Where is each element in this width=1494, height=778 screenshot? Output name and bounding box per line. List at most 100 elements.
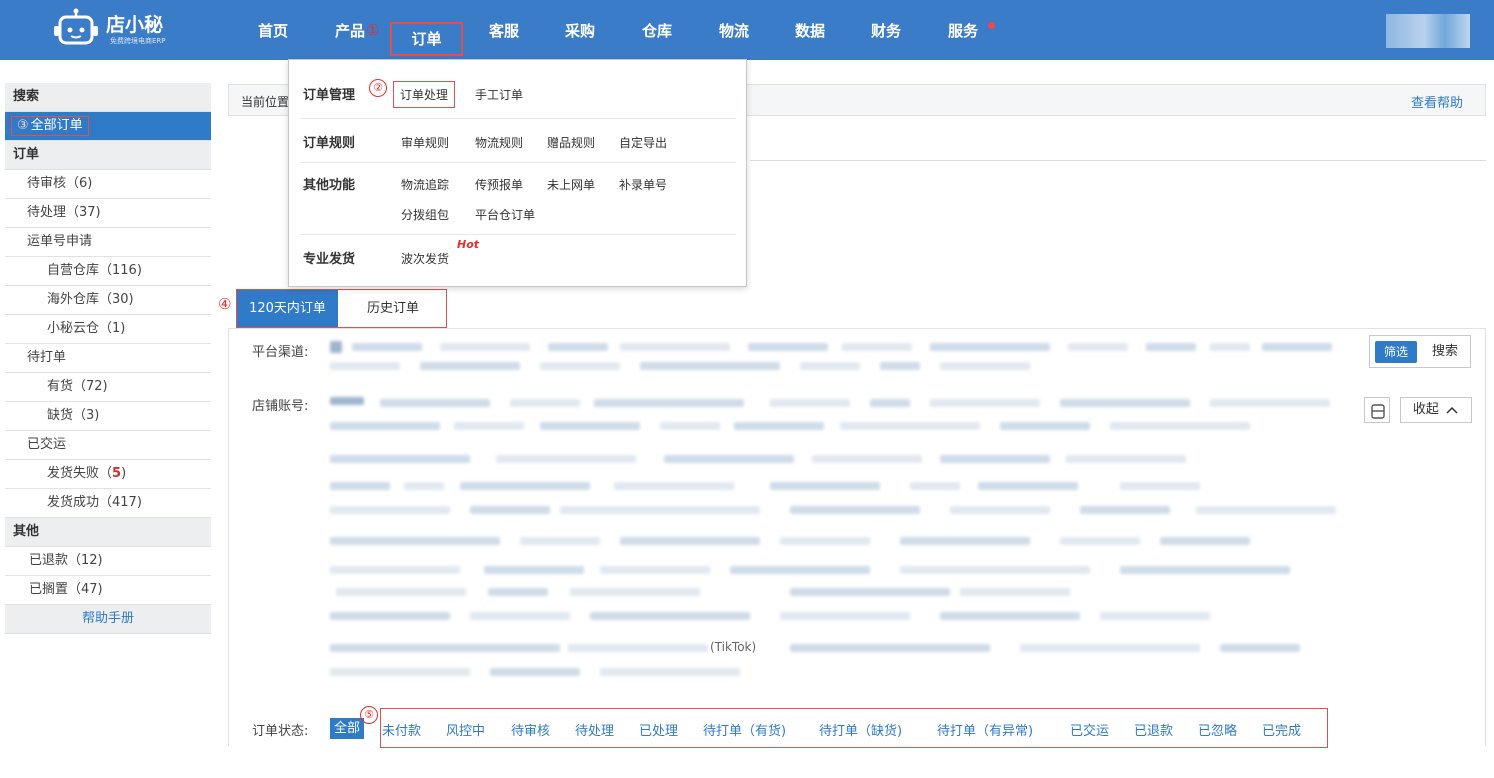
- search-button[interactable]: 搜索: [1425, 341, 1465, 363]
- custom-export-link[interactable]: 自定导出: [619, 134, 667, 151]
- order-management-heading: 订单管理: [303, 88, 356, 103]
- ship-failed-label: 发货失败（: [47, 466, 113, 481]
- order-status-label: 订单状态:: [252, 724, 309, 739]
- order-range-tabs: 120天内订单 历史订单: [236, 289, 447, 328]
- filter-search-toggle: 筛选 搜索: [1369, 335, 1471, 368]
- wave-shipping-link[interactable]: 波次发货: [401, 250, 449, 267]
- tab-recent-120-days[interactable]: 120天内订单: [237, 290, 338, 327]
- all-orders-label: 全部订单: [30, 118, 83, 133]
- save-filter-button[interactable]: [1364, 397, 1390, 423]
- status-refunded[interactable]: 已退款: [1134, 720, 1173, 739]
- platform-channel-label: 平台渠道:: [252, 345, 309, 360]
- shop-checkbox[interactable]: [330, 397, 364, 405]
- order-process-link[interactable]: 订单处理: [393, 81, 456, 108]
- view-help-link[interactable]: 查看帮助: [1411, 92, 1463, 111]
- sidebar-help-manual[interactable]: 帮助手册: [5, 605, 211, 634]
- status-all-button[interactable]: 全部: [330, 718, 365, 739]
- sidebar-item-shipped[interactable]: 已交运: [5, 431, 211, 460]
- status-to-print-in-stock[interactable]: 待打单（有货): [703, 720, 786, 739]
- logistics-rules-link[interactable]: 物流规则: [475, 134, 523, 151]
- not-online-link[interactable]: 未上网单: [547, 176, 595, 193]
- divider: [301, 162, 736, 163]
- filter-button[interactable]: 筛选: [1375, 341, 1417, 363]
- step-marker-4: ④: [218, 295, 232, 313]
- nav-data[interactable]: 数据: [782, 16, 838, 46]
- hot-badge: Hot: [457, 238, 480, 251]
- logo-subtitle: 免费跨境电商ERP: [110, 37, 166, 45]
- collapse-label: 收起: [1412, 402, 1439, 417]
- sidebar-other-heading: 其他: [5, 518, 211, 547]
- sidebar-search-heading[interactable]: 搜索: [5, 83, 211, 112]
- gift-rules-link[interactable]: 赠品规则: [547, 134, 595, 151]
- nav-customer-service[interactable]: 客服: [476, 16, 532, 46]
- sidebar-item-cloud-warehouse[interactable]: 小秘云仓（1): [5, 315, 211, 344]
- nav-services[interactable]: 服务: [935, 16, 991, 46]
- split-package-link[interactable]: 分拨组包: [401, 206, 449, 223]
- supplement-number-link[interactable]: 补录单号: [619, 176, 667, 193]
- divider: [301, 118, 736, 119]
- status-unpaid[interactable]: 未付款: [382, 720, 421, 739]
- sidebar-item-ship-success[interactable]: 发货成功（417): [5, 489, 211, 518]
- status-pending-process[interactable]: 待处理: [575, 720, 614, 739]
- nav-purchase[interactable]: 采购: [552, 16, 608, 46]
- logo-text: 店小秘: [106, 14, 164, 36]
- notification-dot: [988, 22, 995, 29]
- top-navigation-bar: 店小秘 免费跨境电商ERP 首页 产品 ① 订单 客服 采购 仓库 物流 数据 …: [0, 0, 1494, 60]
- nav-finance[interactable]: 财务: [858, 16, 914, 46]
- logistics-tracking-link[interactable]: 物流追踪: [401, 176, 449, 193]
- ship-failed-close: ): [121, 466, 127, 481]
- sidebar-item-out-of-stock[interactable]: 缺货（3): [5, 402, 211, 431]
- divider: [750, 160, 1486, 161]
- status-ignored[interactable]: 已忽略: [1198, 720, 1237, 739]
- order-rules-heading: 订单规则: [303, 136, 356, 151]
- sidebar-item-to-print[interactable]: 待打单: [5, 344, 211, 373]
- step-marker-1: ①: [366, 21, 380, 39]
- tiktok-shop-fragment[interactable]: (TikTok): [710, 640, 756, 654]
- sidebar-item-refunded[interactable]: 已退款（12): [5, 547, 211, 576]
- status-shipped[interactable]: 已交运: [1070, 720, 1109, 739]
- sidebar-item-overseas-warehouse[interactable]: 海外仓库（30): [5, 286, 211, 315]
- pro-shipping-heading: 专业发货: [303, 252, 356, 267]
- status-to-print-exception[interactable]: 待打单（有异常): [937, 720, 1033, 739]
- status-completed[interactable]: 已完成: [1262, 720, 1301, 739]
- status-risk-control[interactable]: 风控中: [446, 720, 485, 739]
- sidebar: 搜索 ③ 全部订单 订单 待审核（6) 待处理（37) 运单号申请 自营仓库（11…: [5, 83, 211, 634]
- sidebar-item-all-orders[interactable]: ③ 全部订单: [5, 112, 211, 141]
- status-to-print-out-of-stock[interactable]: 待打单（缺货): [819, 720, 902, 739]
- divider: [301, 234, 736, 235]
- step-marker-3: ③: [17, 118, 29, 133]
- sidebar-item-self-warehouse[interactable]: 自营仓库（116): [5, 257, 211, 286]
- robot-logo-icon: [54, 8, 98, 45]
- status-pending-review[interactable]: 待审核: [511, 720, 550, 739]
- chevron-up-icon: [1446, 406, 1458, 414]
- shop-account-label: 店铺账号:: [252, 399, 309, 414]
- user-avatar[interactable]: [1386, 14, 1470, 48]
- sidebar-item-in-stock[interactable]: 有货（72): [5, 373, 211, 402]
- save-icon: [1371, 404, 1385, 419]
- sidebar-item-ship-failed[interactable]: 发货失败（5): [5, 460, 211, 489]
- pre-report-link[interactable]: 传预报单: [475, 176, 523, 193]
- collapse-button[interactable]: 收起: [1400, 397, 1472, 423]
- nav-home[interactable]: 首页: [245, 16, 301, 46]
- manual-order-link[interactable]: 手工订单: [475, 86, 523, 103]
- breadcrumb-label: 当前位置: [241, 95, 290, 109]
- platform-warehouse-order-link[interactable]: 平台仓订单: [475, 206, 535, 223]
- step-marker-2: ②: [369, 79, 387, 97]
- nav-orders[interactable]: 订单: [390, 22, 463, 56]
- logo[interactable]: 店小秘 免费跨境电商ERP: [52, 6, 192, 52]
- tab-history-orders[interactable]: 历史订单: [340, 290, 446, 327]
- sidebar-item-shelved[interactable]: 已搁置（47): [5, 576, 211, 605]
- ship-failed-count: 5: [112, 466, 122, 481]
- platform-checkbox[interactable]: [330, 341, 342, 353]
- orders-dropdown-menu: 订单管理 ② 订单处理 手工订单 订单规则 审单规则 物流规则 赠品规则 自定导…: [288, 59, 747, 287]
- sidebar-item-pending-review[interactable]: 待审核（6): [5, 170, 211, 199]
- nav-logistics[interactable]: 物流: [706, 16, 762, 46]
- sidebar-item-pending-process[interactable]: 待处理（37): [5, 199, 211, 228]
- nav-warehouse[interactable]: 仓库: [629, 16, 685, 46]
- sidebar-item-waybill-apply[interactable]: 运单号申请: [5, 228, 211, 257]
- status-processed[interactable]: 已处理: [639, 720, 678, 739]
- sidebar-order-heading: 订单: [5, 141, 211, 170]
- other-functions-heading: 其他功能: [303, 178, 356, 193]
- step-marker-5: ⑤: [360, 706, 378, 724]
- review-rules-link[interactable]: 审单规则: [401, 134, 449, 151]
